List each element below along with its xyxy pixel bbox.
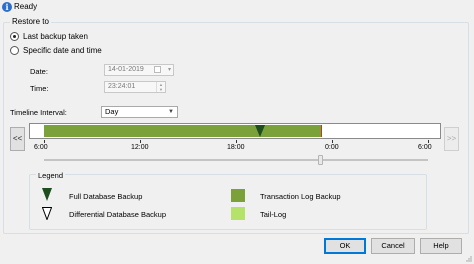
timeline-tick: [140, 140, 141, 143]
timeline-interval-label: Timeline Interval:: [10, 108, 67, 117]
legend-transaction-log-label: Transaction Log Backup: [260, 192, 341, 201]
specific-date-label[interactable]: Specific date and time: [23, 46, 102, 55]
timeline-tick-label: 0:00: [325, 144, 339, 151]
date-picker[interactable]: 14-01-2019 ▾: [104, 64, 174, 76]
spin-down-icon[interactable]: ▼: [157, 87, 165, 92]
help-button[interactable]: Help: [420, 238, 462, 254]
time-label: Time:: [30, 84, 49, 93]
timeline-interval-value: Day: [105, 107, 119, 116]
resize-grip-icon[interactable]: [464, 254, 472, 262]
legend-differential-backup-label: Differential Database Backup: [69, 210, 167, 219]
legend-group: [29, 174, 427, 230]
timeline-tick-label: 18:00: [227, 144, 245, 151]
timeline-bar[interactable]: [29, 123, 441, 139]
timeline-tick: [428, 140, 429, 143]
transaction-log-swatch: [231, 189, 245, 202]
specific-date-radio[interactable]: [10, 46, 19, 55]
date-label: Date:: [30, 67, 48, 76]
legend-tail-log-label: Tail-Log: [260, 210, 287, 219]
cancel-button[interactable]: Cancel: [371, 238, 415, 254]
time-spin-buttons[interactable]: ▲ ▼: [156, 82, 165, 92]
calendar-icon[interactable]: [154, 66, 161, 73]
full-backup-marker-icon[interactable]: [255, 125, 265, 137]
timeline-end-marker: [321, 125, 322, 137]
last-backup-radio[interactable]: [10, 32, 19, 41]
status-text: Ready: [14, 2, 38, 11]
chevron-down-icon: ▼: [168, 109, 174, 115]
differential-backup-marker-icon: [42, 207, 52, 220]
tail-log-swatch: [231, 207, 245, 220]
timeline-prev-button[interactable]: <<: [10, 127, 25, 151]
full-backup-marker-icon: [42, 188, 52, 201]
timeline-tick: [44, 140, 45, 143]
timeline-tick: [236, 140, 237, 143]
timeline-tick: [332, 140, 333, 143]
timeline-tick-label: 12:00: [131, 144, 149, 151]
timeline-interval-select[interactable]: Day ▼: [101, 106, 178, 118]
legend-title: Legend: [36, 171, 66, 180]
timeline-next-button[interactable]: >>: [444, 127, 459, 151]
time-spinner[interactable]: 23:24:01 ▲ ▼: [104, 81, 166, 93]
timeline-scroll-track[interactable]: [44, 159, 428, 161]
date-value: 14-01-2019: [108, 66, 144, 73]
last-backup-label[interactable]: Last backup taken: [23, 32, 88, 41]
restore-to-title: Restore to: [10, 17, 51, 26]
legend-full-backup-label: Full Database Backup: [69, 192, 143, 201]
chevron-down-icon[interactable]: ▾: [168, 65, 171, 75]
time-value: 23:24:01: [108, 83, 136, 90]
timeline-tick-label: 6:00: [34, 144, 48, 151]
timeline-tick-label: 6:00: [418, 144, 432, 151]
status-bar: i Ready: [0, 0, 474, 14]
transaction-log-range: [44, 125, 321, 137]
timeline-scroll-thumb[interactable]: [318, 155, 323, 165]
ok-button[interactable]: OK: [324, 238, 366, 254]
info-icon: i: [2, 2, 12, 12]
